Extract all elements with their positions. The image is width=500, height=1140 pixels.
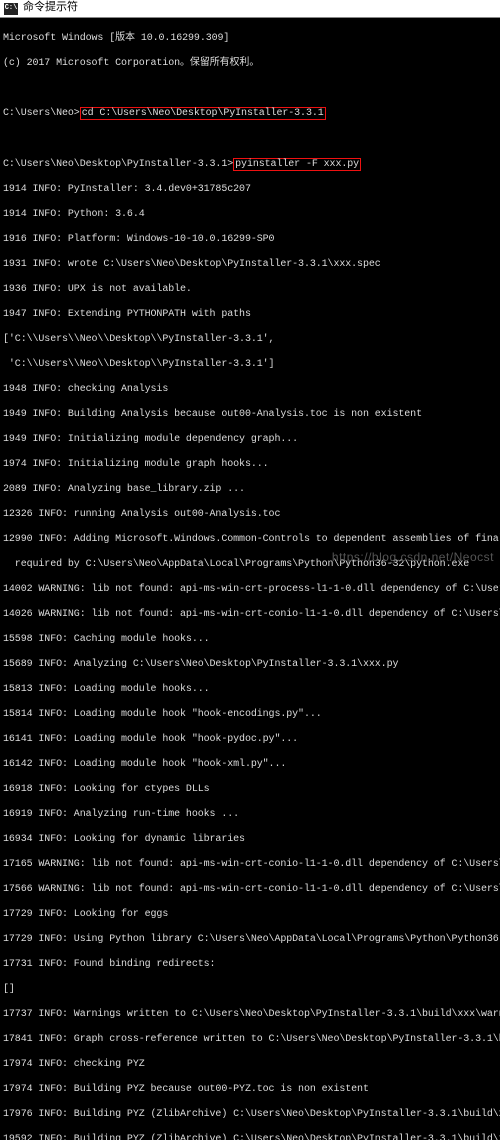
log-line: 19592 INFO: Building PYZ (ZlibArchive) C… [3, 1134, 497, 1140]
log-line: 17976 INFO: Building PYZ (ZlibArchive) C… [3, 1109, 497, 1122]
log-line: 17731 INFO: Found binding redirects: [3, 959, 497, 972]
log-line: 'C:\\Users\\Neo\\Desktop\\PyInstaller-3.… [3, 359, 497, 372]
log-line: 1914 INFO: Python: 3.6.4 [3, 209, 497, 222]
watermark-text: https://blog.csdn.net/Neocst [332, 550, 494, 565]
highlight-pyinstaller-command: pyinstaller -F xxx.py [233, 158, 361, 171]
log-line: 17165 WARNING: lib not found: api-ms-win… [3, 859, 497, 872]
log-line: 1949 INFO: Initializing module dependenc… [3, 434, 497, 447]
header-line: (c) 2017 Microsoft Corporation。保留所有权利。 [3, 58, 497, 71]
log-line: ['C:\\Users\\Neo\\Desktop\\PyInstaller-3… [3, 334, 497, 347]
cmd-icon: C:\ [4, 3, 18, 15]
prompt-line: C:\Users\Neo\Desktop\PyInstaller-3.3.1>p… [3, 158, 497, 172]
log-line: 15814 INFO: Loading module hook "hook-en… [3, 709, 497, 722]
log-line: 17841 INFO: Graph cross-reference writte… [3, 1034, 497, 1047]
log-line: 16918 INFO: Looking for ctypes DLLs [3, 784, 497, 797]
log-line: 16919 INFO: Analyzing run-time hooks ... [3, 809, 497, 822]
log-line: 1949 INFO: Building Analysis because out… [3, 409, 497, 422]
header-line: Microsoft Windows [版本 10.0.16299.309] [3, 33, 497, 46]
log-line: 1914 INFO: PyInstaller: 3.4.dev0+31785c2… [3, 184, 497, 197]
log-line: 1974 INFO: Initializing module graph hoo… [3, 459, 497, 472]
log-line: 15689 INFO: Analyzing C:\Users\Neo\Deskt… [3, 659, 497, 672]
log-line: 17737 INFO: Warnings written to C:\Users… [3, 1009, 497, 1022]
terminal-output[interactable]: Microsoft Windows [版本 10.0.16299.309] (c… [0, 18, 500, 1140]
log-line: 1916 INFO: Platform: Windows-10-10.0.162… [3, 234, 497, 247]
highlight-cd-command: cd C:\Users\Neo\Desktop\PyInstaller-3.3.… [80, 107, 326, 120]
blank-line [3, 83, 497, 95]
log-line: 15598 INFO: Caching module hooks... [3, 634, 497, 647]
log-line: 16142 INFO: Loading module hook "hook-xm… [3, 759, 497, 772]
log-line: 12990 INFO: Adding Microsoft.Windows.Com… [3, 534, 497, 547]
log-line: 16934 INFO: Looking for dynamic librarie… [3, 834, 497, 847]
log-line: 17566 WARNING: lib not found: api-ms-win… [3, 884, 497, 897]
log-line: 1948 INFO: checking Analysis [3, 384, 497, 397]
log-line: 2089 INFO: Analyzing base_library.zip ..… [3, 484, 497, 497]
log-line: 17974 INFO: Building PYZ because out00-P… [3, 1084, 497, 1097]
log-line: 14026 WARNING: lib not found: api-ms-win… [3, 609, 497, 622]
log-line: [] [3, 984, 497, 997]
log-line: 1947 INFO: Extending PYTHONPATH with pat… [3, 309, 497, 322]
window-title: 命令提示符 [23, 2, 78, 16]
log-line: 1936 INFO: UPX is not available. [3, 284, 497, 297]
log-line: 17729 INFO: Using Python library C:\User… [3, 934, 497, 947]
log-line: 1931 INFO: wrote C:\Users\Neo\Desktop\Py… [3, 259, 497, 272]
blank-line [3, 133, 497, 145]
window-titlebar[interactable]: C:\ 命令提示符 [0, 0, 500, 18]
log-line: 12326 INFO: running Analysis out00-Analy… [3, 509, 497, 522]
log-line: 16141 INFO: Loading module hook "hook-py… [3, 734, 497, 747]
log-line: 14002 WARNING: lib not found: api-ms-win… [3, 584, 497, 597]
log-line: 17974 INFO: checking PYZ [3, 1059, 497, 1072]
prompt-line: C:\Users\Neo>cd C:\Users\Neo\Desktop\PyI… [3, 107, 497, 121]
log-line: 17729 INFO: Looking for eggs [3, 909, 497, 922]
log-line: 15813 INFO: Loading module hooks... [3, 684, 497, 697]
